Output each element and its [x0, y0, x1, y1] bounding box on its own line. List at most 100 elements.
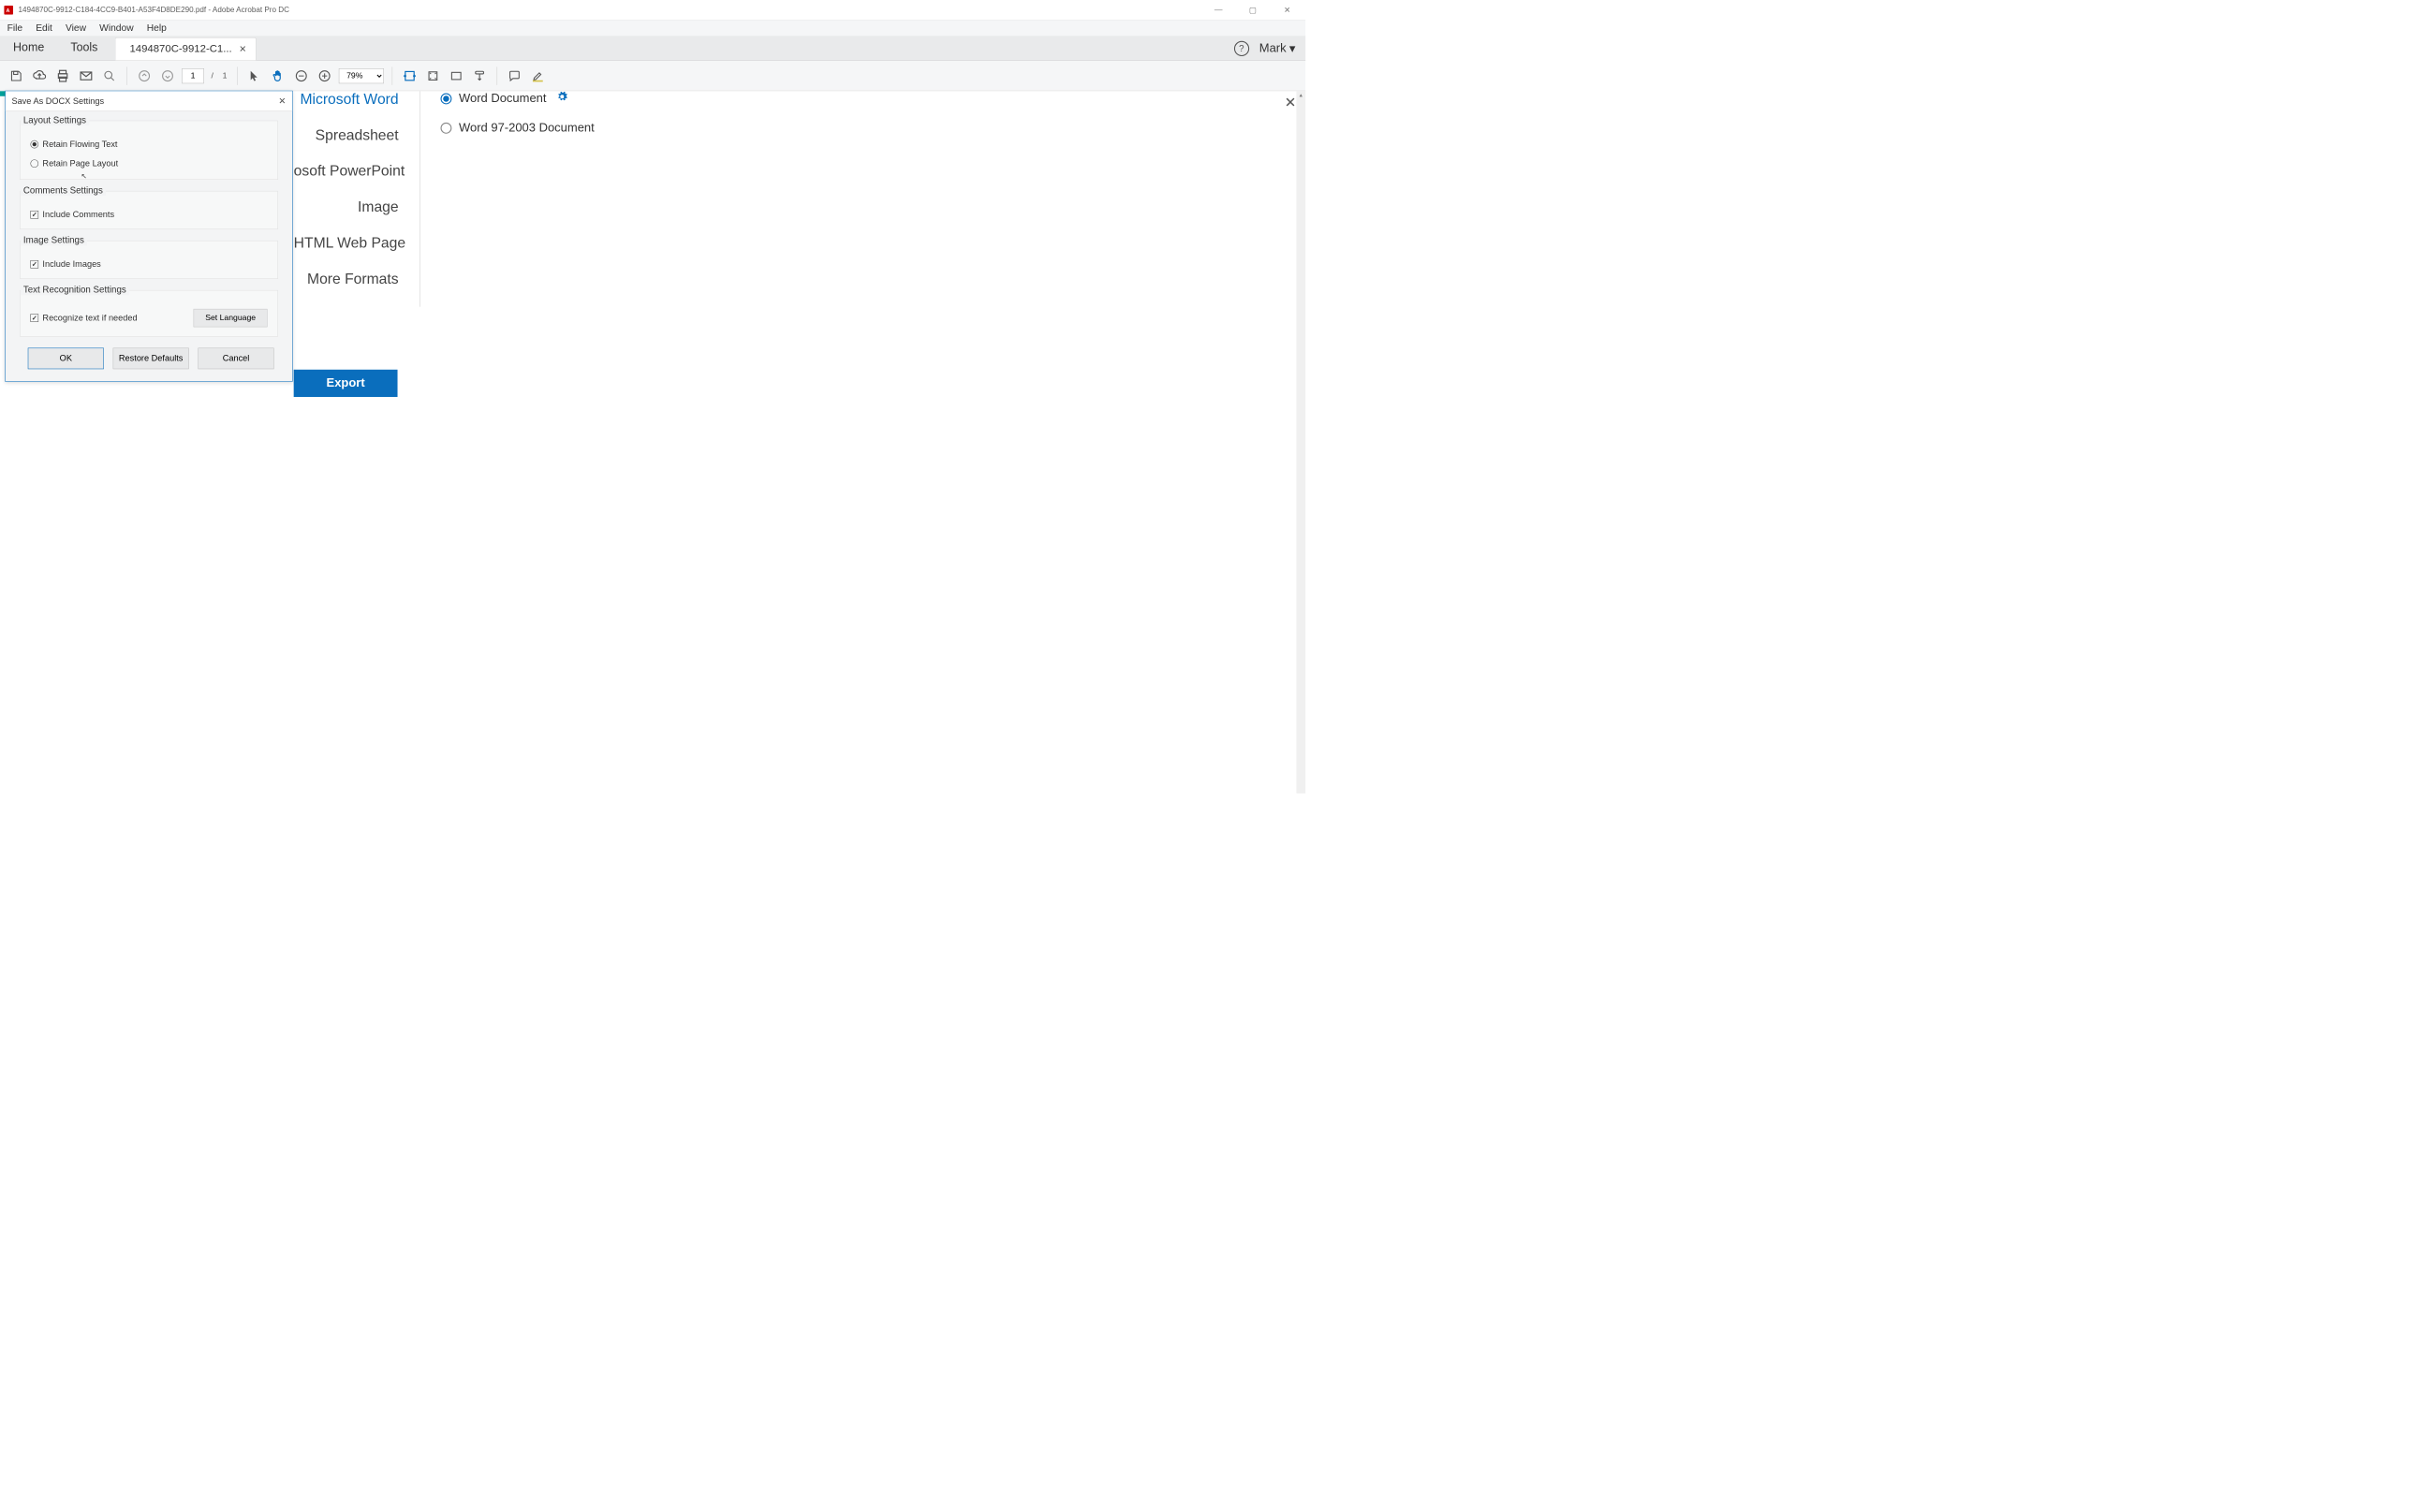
export-option-word-doc[interactable]: Word Document [440, 91, 594, 106]
separator [237, 66, 238, 84]
menu-help[interactable]: Help [147, 22, 167, 34]
retain-page-layout-radio[interactable]: Retain Page Layout [30, 158, 118, 169]
checkbox-icon [30, 260, 38, 269]
comments-settings-group: Comments Settings Include Comments [20, 191, 278, 229]
export-button[interactable]: Export [294, 370, 398, 397]
export-option-label: Word 97-2003 Document [459, 121, 595, 135]
fit-width-icon[interactable] [401, 66, 419, 84]
checkbox-label: Include Images [42, 259, 100, 270]
comments-settings-label: Comments Settings [21, 185, 106, 196]
export-options: Word Document Word 97-2003 Document [420, 91, 595, 306]
zoom-out-icon[interactable] [292, 66, 310, 84]
restore-defaults-button[interactable]: Restore Defaults [113, 348, 189, 370]
recognize-text-checkbox[interactable]: Recognize text if needed [30, 313, 137, 323]
chevron-down-icon: ▾ [1289, 41, 1296, 56]
save-as-docx-dialog: Save As DOCX Settings ✕ Layout Settings … [5, 91, 292, 382]
user-name: Mark [1259, 41, 1287, 55]
layout-settings-group: Layout Settings Retain Flowing Text Reta… [20, 121, 278, 180]
help-icon[interactable]: ? [1234, 41, 1249, 56]
separator [392, 66, 393, 84]
page-up-icon[interactable] [135, 66, 153, 84]
separator [497, 66, 498, 84]
svg-text:A: A [6, 8, 9, 14]
menu-edit[interactable]: Edit [36, 22, 52, 34]
text-recognition-group: Text Recognition Settings Recognize text… [20, 290, 278, 337]
fullscreen-icon[interactable] [448, 66, 465, 84]
page-total: 1 [223, 71, 228, 81]
layout-settings-label: Layout Settings [21, 115, 90, 125]
highlight-icon[interactable] [529, 66, 547, 84]
tab-document[interactable]: 1494870C-9912-C1... ✕ [115, 37, 257, 60]
include-images-checkbox[interactable]: Include Images [30, 259, 267, 270]
include-comments-checkbox[interactable]: Include Comments [30, 210, 267, 220]
set-language-button[interactable]: Set Language [194, 309, 268, 327]
zoom-in-icon[interactable] [316, 66, 333, 84]
export-option-word-97[interactable]: Word 97-2003 Document [440, 121, 594, 135]
page-number-input[interactable] [182, 68, 204, 83]
tab-document-label: 1494870C-9912-C1... [129, 43, 231, 55]
checkbox-label: Recognize text if needed [42, 313, 137, 323]
close-tab-icon[interactable]: ✕ [239, 44, 246, 54]
export-category-spreadsheet[interactable]: Spreadsheet [294, 127, 399, 144]
print-icon[interactable] [53, 66, 71, 84]
dialog-footer: OK Restore Defaults Cancel [28, 348, 278, 370]
export-category-html[interactable]: HTML Web Page [294, 235, 399, 252]
checkbox-icon [30, 211, 38, 219]
cloud-upload-icon[interactable] [30, 66, 48, 84]
page-down-icon[interactable] [158, 66, 176, 84]
search-icon[interactable] [100, 66, 118, 84]
radio-icon [30, 140, 38, 149]
export-category-word[interactable]: Microsoft Word [294, 91, 399, 108]
tab-tools[interactable]: Tools [57, 35, 110, 61]
save-icon[interactable] [7, 66, 25, 84]
read-mode-icon[interactable] [471, 66, 489, 84]
cancel-button[interactable]: Cancel [198, 348, 273, 370]
export-category-image[interactable]: Image [294, 199, 399, 216]
text-recognition-label: Text Recognition Settings [21, 285, 129, 295]
comment-icon[interactable] [506, 66, 523, 84]
dialog-title: Save As DOCX Settings [11, 95, 104, 106]
menu-view[interactable]: View [66, 22, 86, 34]
user-menu[interactable]: Mark ▾ [1259, 41, 1296, 56]
selection-icon[interactable] [245, 66, 263, 84]
maximize-button[interactable]: ▢ [1244, 2, 1260, 18]
radio-label: Retain Flowing Text [42, 139, 117, 150]
page-separator: / [212, 71, 213, 81]
close-panel-icon[interactable]: ✕ [1285, 95, 1297, 111]
export-option-label: Word Document [459, 92, 547, 106]
title-bar: A 1494870C-9912-C184-4CC9-B401-A53F4D8DE… [0, 0, 1305, 21]
export-category-powerpoint[interactable]: osoft PowerPoint [294, 163, 399, 180]
fit-page-icon[interactable] [424, 66, 442, 84]
gear-icon[interactable] [556, 91, 567, 106]
hand-icon[interactable] [269, 66, 287, 84]
radio-icon [440, 123, 451, 134]
tab-home[interactable]: Home [0, 35, 57, 61]
radio-label: Retain Page Layout [42, 158, 118, 169]
close-window-button[interactable]: ✕ [1279, 2, 1295, 18]
cursor-icon: ↖ [81, 171, 87, 180]
image-settings-group: Image Settings Include Images [20, 241, 278, 279]
mail-icon[interactable] [77, 66, 95, 84]
dialog-close-icon[interactable]: ✕ [278, 95, 286, 106]
menu-bar: File Edit View Window Help [0, 21, 1305, 37]
checkbox-label: Include Comments [42, 210, 114, 220]
minimize-button[interactable]: — [1211, 2, 1227, 18]
vertical-scrollbar[interactable]: ▴ [1296, 91, 1305, 793]
radio-icon [440, 93, 451, 104]
checkbox-icon [30, 314, 38, 322]
zoom-select[interactable]: 79% [339, 68, 384, 83]
dialog-header: Save As DOCX Settings ✕ [6, 91, 292, 111]
retain-flowing-text-radio[interactable]: Retain Flowing Text [30, 139, 117, 150]
radio-icon [30, 159, 38, 168]
ok-button[interactable]: OK [28, 348, 104, 370]
image-settings-label: Image Settings [21, 235, 87, 245]
toolbar: / 1 79% [0, 61, 1305, 91]
separator [126, 66, 127, 84]
menu-window[interactable]: Window [99, 22, 134, 34]
menu-file[interactable]: File [7, 22, 23, 34]
scroll-up-icon[interactable]: ▴ [1296, 91, 1305, 98]
window-title: 1494870C-9912-C184-4CC9-B401-A53F4D8DE29… [18, 6, 1210, 14]
export-category-more[interactable]: More Formats [294, 271, 399, 287]
export-categories: Microsoft Word Spreadsheet osoft PowerPo… [294, 91, 420, 306]
tab-bar: Home Tools 1494870C-9912-C1... ✕ ? Mark … [0, 37, 1305, 61]
